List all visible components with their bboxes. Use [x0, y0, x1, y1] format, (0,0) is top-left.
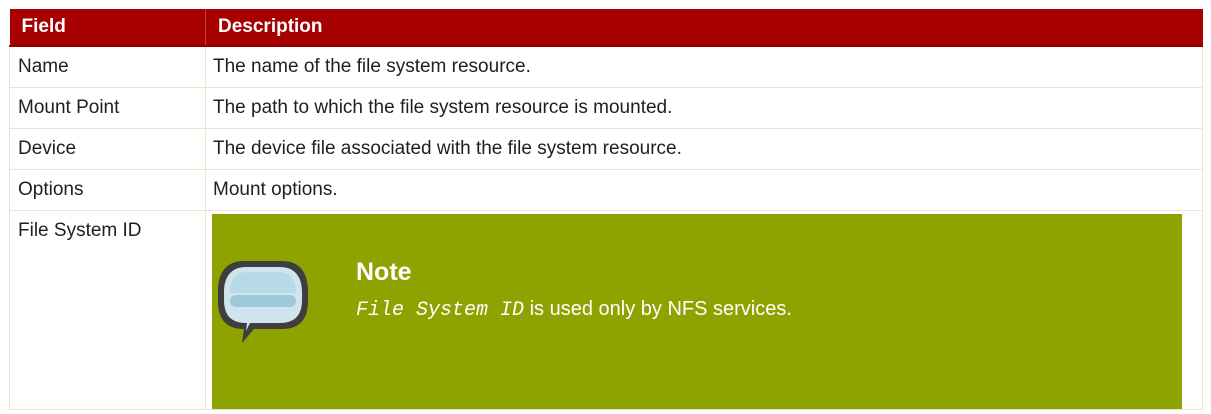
- field-name: Mount Point: [9, 87, 206, 129]
- field-name: Name: [9, 45, 206, 88]
- header-description: Description: [205, 9, 1203, 47]
- note-text: is used only by NFS services.: [524, 298, 792, 320]
- note-code: File System ID: [356, 299, 525, 322]
- field-name: File System ID: [9, 210, 206, 410]
- note-admonition: Note File System ID is used only by NFS …: [212, 214, 1182, 409]
- header-field: Field: [9, 9, 206, 47]
- table-row: Mount Point The path to which the file s…: [9, 87, 1203, 129]
- field-description: Note File System ID is used only by NFS …: [205, 210, 1203, 410]
- table-row: File System ID Note File System ID is us…: [9, 210, 1203, 410]
- field-description: The name of the file system resource.: [205, 45, 1203, 88]
- speech-bubble-icon: [218, 261, 308, 343]
- field-description: The path to which the file system resour…: [205, 87, 1203, 129]
- table-row: Options Mount options.: [9, 169, 1203, 211]
- field-description: The device file associated with the file…: [205, 128, 1203, 170]
- resource-fields-table: Field Description Name The name of the f…: [9, 9, 1203, 410]
- field-name: Device: [9, 128, 206, 170]
- note-body: File System ID is used only by NFS servi…: [356, 296, 792, 324]
- table-row: Device The device file associated with t…: [9, 128, 1203, 170]
- resource-fields-table-container: Field Description Name The name of the f…: [9, 9, 1203, 410]
- field-description: Mount options.: [205, 169, 1203, 211]
- table-header-row: Field Description: [9, 9, 1203, 47]
- table-row: Name The name of the file system resourc…: [9, 45, 1203, 88]
- field-name: Options: [9, 169, 206, 211]
- note-title: Note: [356, 258, 412, 286]
